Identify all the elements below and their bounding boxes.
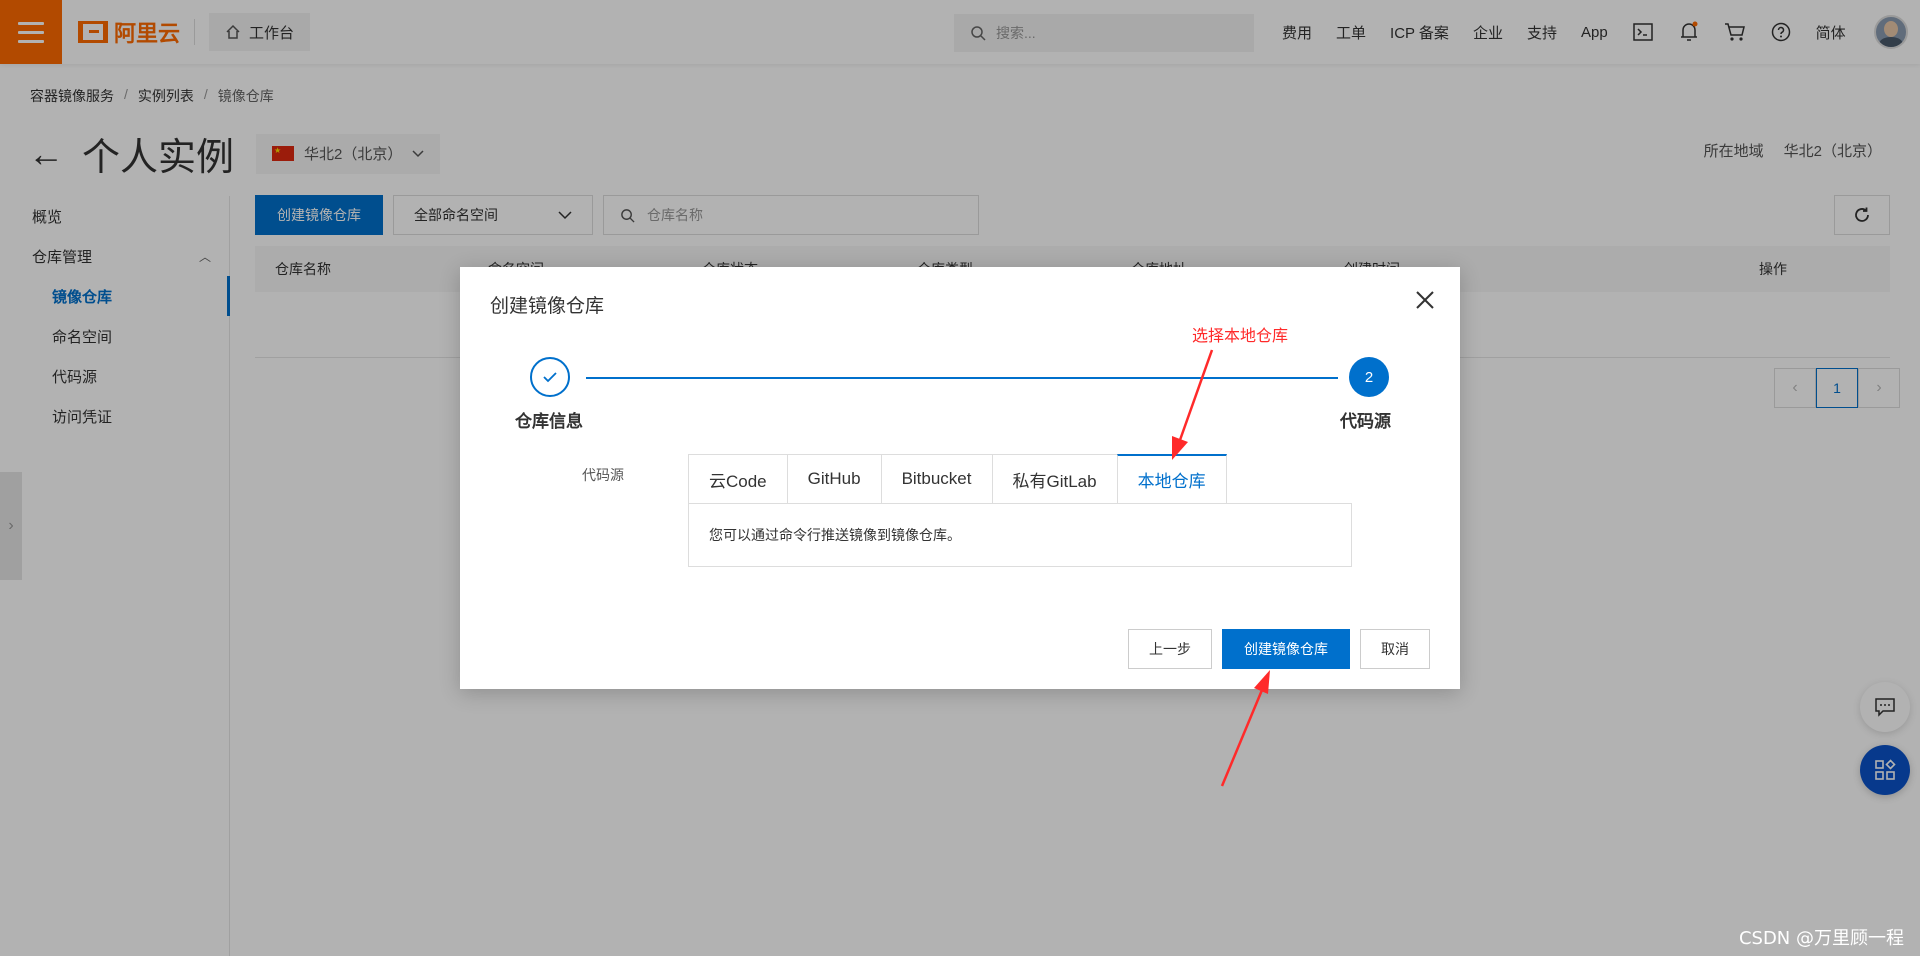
step-progress-line [586,377,1338,379]
cancel-button[interactable]: 取消 [1360,629,1430,669]
previous-step-button[interactable]: 上一步 [1128,629,1212,669]
tab-bitbucket[interactable]: Bitbucket [880,454,992,504]
tab-github[interactable]: GitHub [786,454,881,504]
step-2-label: 代码源 [1340,412,1391,431]
code-source-label: 代码源 [582,467,624,483]
annotation-text: 选择本地仓库 [1192,328,1289,345]
step-1-indicator [530,357,570,397]
dialog-footer: 上一步 创建镜像仓库 取消 [1128,629,1430,669]
tab-yuncode[interactable]: 云Code [688,454,787,504]
tab-private-gitlab[interactable]: 私有GitLab [991,454,1117,504]
tab-local-repo[interactable]: 本地仓库 [1116,454,1227,504]
check-icon [543,372,557,383]
create-repo-dialog: 创建镜像仓库 2 仓库信息 代码源 代码源 云Code GitHub Bitbu… [460,267,1460,689]
confirm-create-repo-button[interactable]: 创建镜像仓库 [1222,629,1350,669]
watermark: CSDN @万里顾一程 [1738,928,1904,949]
dialog-title: 创建镜像仓库 [490,296,605,317]
step-2-indicator: 2 [1349,357,1389,397]
code-source-tabs: 云Code GitHub Bitbucket 私有GitLab 本地仓库 [688,454,1227,504]
close-icon[interactable] [1410,285,1440,315]
tab-panel-description: 您可以通过命令行推送镜像到镜像仓库。 [688,503,1352,567]
step-1-label: 仓库信息 [515,412,583,431]
